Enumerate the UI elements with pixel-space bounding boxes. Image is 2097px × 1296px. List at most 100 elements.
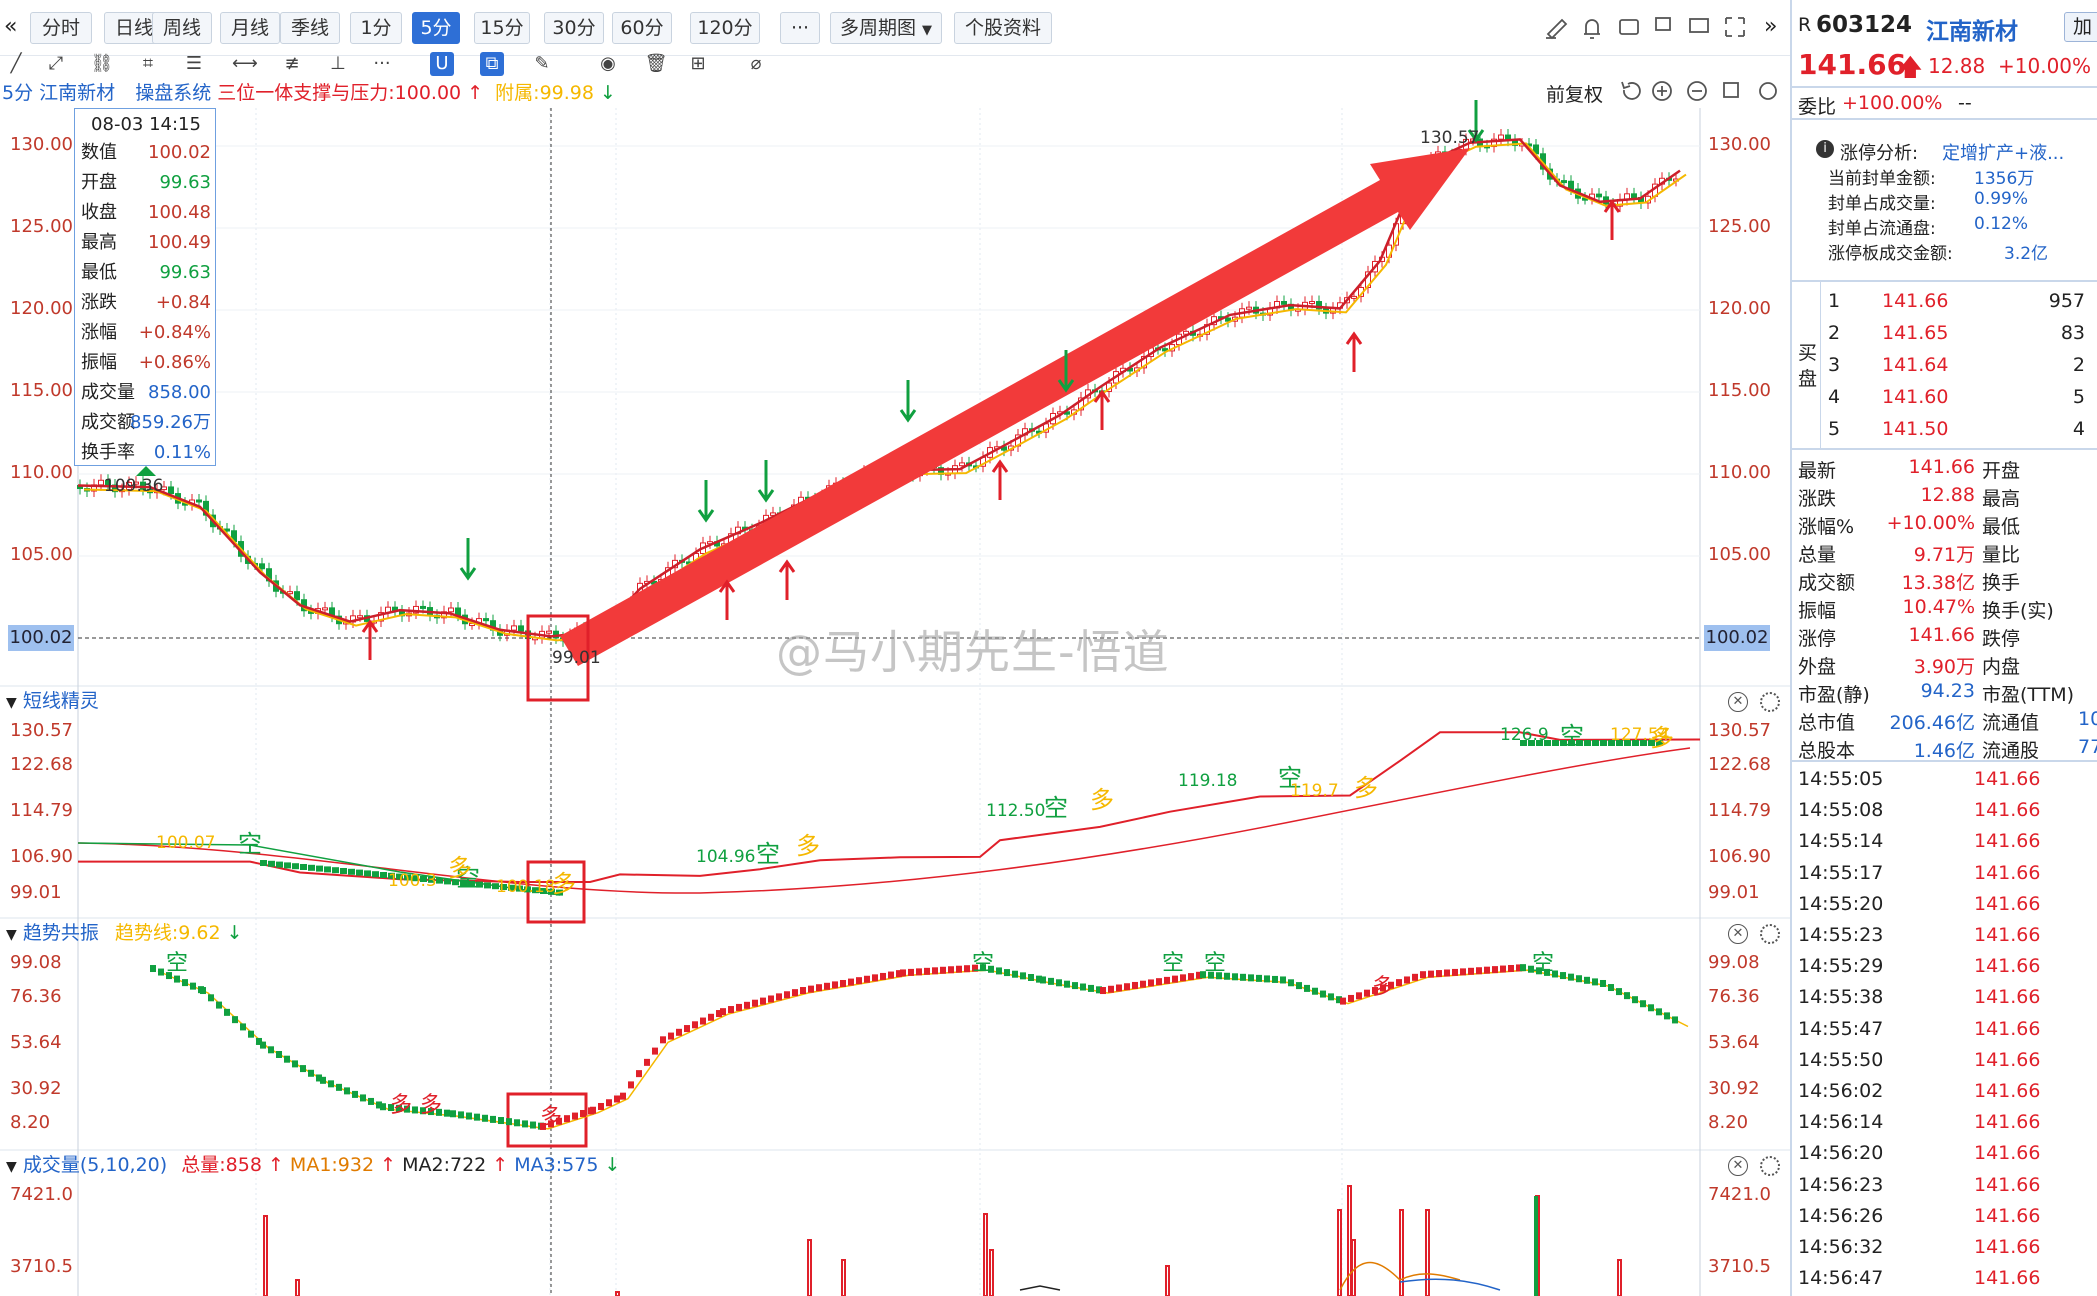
trend-dot [1468, 967, 1474, 975]
signal-up-arrow [1345, 331, 1363, 372]
tick-price: 141.66 [1974, 768, 2041, 790]
panel-settings-icon[interactable] [1760, 1156, 1780, 1176]
trend-dot [1088, 984, 1094, 992]
trend-dot [1264, 975, 1270, 983]
trend-dot [590, 1106, 596, 1114]
candle-body [322, 607, 328, 611]
trend-dot [760, 997, 766, 1005]
collapse-triangle-icon[interactable]: ▼ [6, 927, 17, 943]
tick-price: 141.66 [1974, 955, 2041, 978]
y-axis-tick-left: 130.00 [10, 134, 73, 155]
volume-bar [807, 1239, 812, 1296]
panel-settings-icon[interactable] [1760, 692, 1780, 712]
stock-name: 江南新材 [1926, 19, 2018, 45]
close-panel-icon[interactable]: ✕ [1728, 1156, 1748, 1176]
trend-dot [352, 1090, 358, 1098]
trend-dot [284, 1055, 290, 1063]
volume-ma2 [1019, 1285, 1061, 1291]
short-panel-title[interactable]: 短线精灵 [23, 690, 99, 712]
trend-panel-title[interactable]: 趋势共振 [23, 922, 99, 944]
trend-dot [964, 965, 970, 973]
short-bar [484, 882, 491, 889]
y-axis-tick-left: 53.64 [10, 1032, 62, 1053]
trend-dot [692, 1021, 698, 1029]
trend-dot [292, 1060, 298, 1068]
tooltip-key: 涨跌 [81, 292, 117, 313]
signal-down-arrow [459, 538, 477, 581]
trend-dot [208, 994, 214, 1002]
trend-dot [800, 987, 806, 995]
quote-key-2: 跌停 [1982, 628, 2021, 650]
y-axis-tick-left: 8.20 [10, 1112, 51, 1133]
trend-line-value: 趋势线:9.62 [114, 922, 221, 944]
weibi-value: +100.00% [1842, 92, 1943, 114]
volume-bar [1425, 1209, 1430, 1296]
quote-key: 最新 [1798, 460, 1837, 482]
trend-dot [1452, 968, 1458, 976]
trend-dot [308, 1069, 314, 1077]
collapse-triangle-icon[interactable]: ▼ [6, 1159, 17, 1175]
volume-ma3 [1399, 1278, 1501, 1291]
candle-body [1309, 301, 1315, 305]
volume-bar [1399, 1209, 1404, 1296]
trend-dot [1508, 964, 1514, 972]
bid-price: 141.60 [1882, 386, 1949, 408]
volume-ma1: MA1:932 [289, 1154, 375, 1176]
collapse-triangle-icon[interactable]: ▼ [6, 695, 17, 711]
volume-bar [615, 1291, 620, 1296]
trend-dot [1280, 976, 1286, 984]
y-axis-tick-right: 122.68 [1708, 754, 1771, 775]
quote-key-2: 开盘 [1982, 460, 2021, 482]
trend-dot [700, 1017, 706, 1025]
quote-key-2: 量比 [1982, 544, 2021, 566]
short-panel-label: 多 [552, 870, 576, 898]
candle-body [259, 563, 265, 570]
volume-bar [1337, 1209, 1342, 1296]
tooltip-key: 振幅 [81, 352, 117, 373]
quote-key-2: 市盈(TTM) [1982, 684, 2075, 706]
tick-time: 14:56:14 [1798, 1111, 1884, 1134]
ma-red [77, 138, 1681, 638]
quote-value: 141.66 [1908, 456, 1975, 478]
trend-dot [1428, 970, 1434, 978]
trend-dot [752, 999, 758, 1007]
trend-dot [1444, 969, 1450, 977]
y-axis-tick-left: 99.01 [10, 882, 62, 903]
trend-line [157, 969, 1689, 1130]
trend-dot [1288, 979, 1294, 987]
weibi-extra: -- [1958, 92, 1972, 114]
short-bar [276, 861, 283, 868]
signal-down-arrow [697, 480, 715, 523]
add-watchlist-button[interactable]: 加 [2064, 12, 2097, 42]
short-panel-label: 100.3 [388, 871, 437, 891]
volume-bar [841, 1259, 846, 1296]
trend-dot [940, 966, 946, 974]
trend-dot [1012, 970, 1018, 978]
volume-panel-title[interactable]: 成交量(5,10,20) [23, 1154, 167, 1176]
panel-settings-icon[interactable] [1760, 924, 1780, 944]
y-axis-tick-right: 105.00 [1708, 544, 1771, 565]
limit-title: 涨停分析: [1840, 143, 1919, 164]
trend-dot [1156, 978, 1162, 986]
short-line [78, 731, 1701, 883]
trend-dot [1656, 1008, 1662, 1016]
y-axis-tick-right: 106.90 [1708, 846, 1771, 867]
trend-dot [1624, 992, 1630, 1000]
limit-reason-link[interactable]: 定增扩产+液... [1942, 139, 2064, 165]
candle-body [196, 499, 202, 503]
kline-tooltip: 08-03 14:15 数值 100.02 开盘 99.63 收盘 100.48 最高 100… [74, 108, 216, 466]
y-axis-tick-right: 7421.0 [1708, 1184, 1771, 1205]
short-bar [436, 877, 443, 884]
trend-dot [916, 968, 922, 976]
y-axis-tick-right: 8.20 [1708, 1112, 1749, 1133]
trend-dot [1412, 973, 1418, 981]
volume-bar [295, 1279, 300, 1296]
candle-body [1246, 306, 1252, 310]
close-panel-icon[interactable]: ✕ [1728, 692, 1748, 712]
limit-row-key: 涨停板成交金额: [1828, 244, 1953, 264]
limit-row-value: 3.2亿 [2004, 244, 2049, 264]
bid-volume: 5 [2072, 386, 2085, 408]
close-panel-icon[interactable]: ✕ [1728, 924, 1748, 944]
trend-dot [768, 995, 774, 1003]
trend-dot [1272, 975, 1278, 983]
